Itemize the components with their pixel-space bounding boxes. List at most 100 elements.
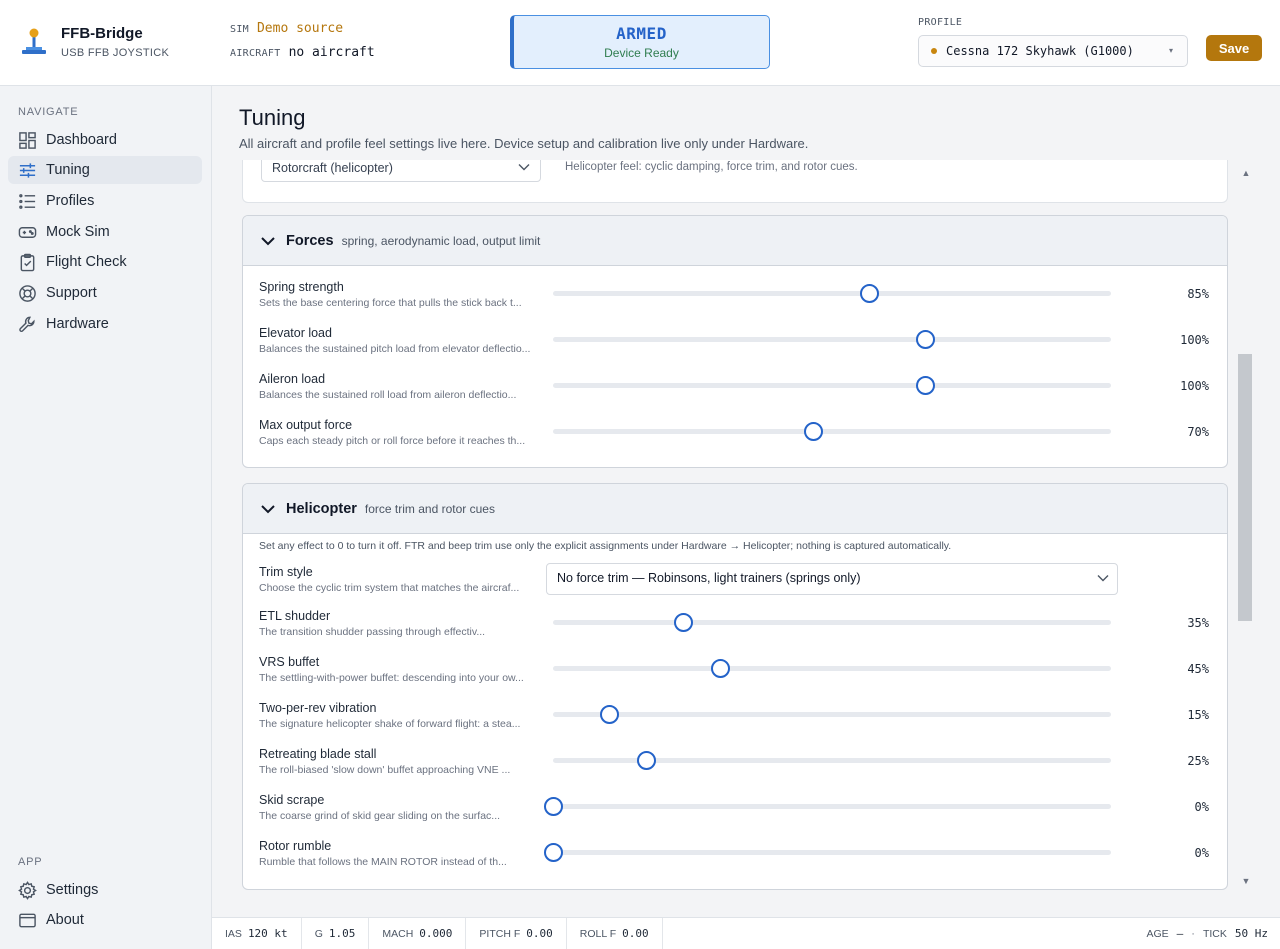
vrs-buffet-slider[interactable] — [553, 659, 1111, 678]
save-button[interactable]: Save — [1206, 35, 1262, 61]
setting-hint: The transition shudder passing through e… — [259, 626, 486, 638]
setting-label: Trim style — [259, 565, 313, 579]
tick-value: 50 Hz — [1234, 927, 1268, 940]
slider-thumb[interactable] — [916, 376, 935, 395]
clipboard-check-icon — [20, 253, 35, 271]
app-name: FFB-Bridge — [61, 25, 143, 42]
page-title: Tuning — [239, 105, 306, 130]
setting-value: 0% — [1194, 800, 1209, 814]
forces-section: Forces spring, aerodynamic load, output … — [242, 215, 1228, 468]
status-title: ARMED — [616, 24, 667, 43]
slider-thumb[interactable] — [674, 613, 694, 632]
trim-style-row: Trim style Choose the cyclic trim system… — [259, 563, 1209, 605]
forces-header[interactable]: Forces spring, aerodynamic load, output … — [243, 216, 1227, 266]
setting-value: 15% — [1187, 708, 1209, 722]
sidebar-item-dashboard[interactable]: Dashboard — [8, 126, 202, 154]
profile-select[interactable]: Cessna 172 Skyhawk (G1000) ▾ — [918, 35, 1188, 67]
trim-style-select[interactable]: No force trim — Robinsons, light trainer… — [546, 563, 1118, 595]
sidebar-item-support[interactable]: Support — [8, 279, 202, 307]
spring-strength-slider[interactable] — [553, 284, 1111, 303]
setting-hint: Sets the base centering force that pulls… — [259, 297, 522, 309]
setting-label: Retreating blade stall — [259, 747, 377, 761]
setting-value: 85% — [1187, 287, 1209, 301]
sidebar-item-mock-sim[interactable]: Mock Sim — [8, 218, 202, 246]
telemetry-ias: IAS 120 kt — [212, 917, 302, 949]
setting-value: 100% — [1180, 379, 1209, 393]
helicopter-header[interactable]: Helicopter force trim and rotor cues — [243, 484, 1227, 534]
rotor-rumble-slider[interactable] — [544, 843, 1111, 862]
two-per-rev-vibration-slider[interactable] — [553, 705, 1111, 724]
slider-thumb[interactable] — [916, 330, 935, 349]
setting-hint: Caps each steady pitch or roll force bef… — [259, 435, 526, 447]
setting-hint: The settling-with-power buffet: descendi… — [259, 672, 524, 684]
scrollbar-thumb[interactable] — [1238, 354, 1252, 621]
age-label: AGE — [1146, 927, 1169, 940]
slider-thumb[interactable] — [544, 797, 563, 816]
tick-label: TICK — [1202, 927, 1227, 940]
caret-down-icon: ▾ — [1168, 46, 1173, 55]
sidebar-item-label: Dashboard — [46, 132, 117, 148]
dashboard-icon — [19, 131, 36, 149]
profile-status-dot — [931, 48, 937, 54]
window-icon — [19, 913, 36, 927]
setting-hint: The roll-biased 'slow down' buffet appro… — [259, 764, 511, 776]
top-header: SIM Demo source AIRCRAFT no aircraft ARM… — [212, 0, 1280, 86]
slider-thumb[interactable] — [544, 843, 563, 862]
sim-readout: SIM Demo source — [230, 21, 343, 36]
telemetry-roll-force: ROLL F 0.00 — [567, 917, 663, 949]
sidebar-item-flight-check[interactable]: Flight Check — [8, 248, 202, 276]
sidebar-item-about[interactable]: About — [8, 906, 202, 934]
skid-scrape-slider[interactable] — [544, 797, 1111, 816]
setting-hint: Balances the sustained roll load from ai… — [259, 389, 517, 401]
section-title: Helicopter — [286, 500, 357, 517]
setting-value: 0% — [1194, 846, 1209, 860]
gamepad-icon — [18, 226, 37, 238]
slider-thumb[interactable] — [860, 284, 880, 303]
sidebar-item-hardware[interactable]: Hardware — [8, 310, 202, 338]
section-subtitle: spring, aerodynamic load, output limit — [341, 233, 541, 248]
aileron-load-slider[interactable] — [553, 376, 1111, 395]
retreating-blade-stall-slider[interactable] — [553, 751, 1111, 770]
etl-shudder-row: ETL shudder The transition shudder passin… — [259, 609, 1209, 649]
two-per-rev-vibration-row: Two-per-rev vibration The signature helic… — [259, 701, 1209, 741]
slider-thumb[interactable] — [804, 422, 824, 441]
rotor-rumble-row: Rotor rumble Rumble that follows the MAIN… — [259, 839, 1209, 879]
chevron-down-icon — [1097, 575, 1109, 582]
aircraft-readout: AIRCRAFT no aircraft — [230, 45, 375, 60]
slider-thumb[interactable] — [599, 705, 619, 724]
section-subtitle: force trim and rotor cues — [364, 501, 495, 516]
sidebar-item-tuning[interactable]: Tuning — [8, 156, 202, 184]
setting-label: Skid scrape — [259, 793, 325, 807]
sidebar-item-profiles[interactable]: Profiles — [8, 187, 202, 215]
spring-strength-row: Spring strength Sets the base centering f… — [259, 280, 1209, 320]
slider-thumb[interactable] — [711, 659, 731, 678]
helicopter-note: Set any effect to 0 to turn it off. FTR … — [259, 540, 952, 552]
setting-value: 70% — [1187, 425, 1209, 439]
etl-shudder-slider[interactable] — [553, 613, 1111, 632]
app-heading: APP — [18, 856, 43, 868]
content-scrollbar[interactable]: ▲ ▼ — [1238, 166, 1254, 890]
setting-hint: The signature helicopter shake of forwar… — [259, 718, 521, 730]
status-subtitle: Device Ready — [604, 46, 679, 60]
retreating-blade-stall-row: Retreating blade stall The roll-biased 's… — [259, 747, 1209, 787]
telemetry-mach: MACH 0.000 — [369, 917, 467, 949]
setting-value: 35% — [1187, 616, 1209, 630]
lifebuoy-icon — [19, 284, 36, 302]
sliders-icon — [19, 162, 36, 178]
aircraft-type-select[interactable]: Rotorcraft (helicopter) — [261, 160, 541, 182]
joystick-logo-icon — [22, 28, 46, 54]
setting-value: 100% — [1180, 333, 1209, 347]
sidebar-item-label: About — [46, 912, 84, 928]
scroll-up-icon[interactable]: ▲ — [1238, 168, 1254, 182]
slider-thumb[interactable] — [637, 751, 656, 770]
setting-label: Aileron load — [259, 372, 326, 386]
chevron-down-icon — [518, 164, 530, 171]
max-output-force-slider[interactable] — [553, 422, 1111, 441]
age-value: — — [1176, 927, 1184, 940]
elevator-load-slider[interactable] — [553, 330, 1111, 349]
brand: FFB-Bridge USB FFB JOYSTICK — [0, 0, 212, 86]
sidebar-item-settings[interactable]: Settings — [8, 876, 202, 904]
scroll-down-icon[interactable]: ▼ — [1238, 876, 1254, 890]
setting-label: Elevator load — [259, 326, 332, 340]
setting-value: 25% — [1187, 754, 1209, 768]
